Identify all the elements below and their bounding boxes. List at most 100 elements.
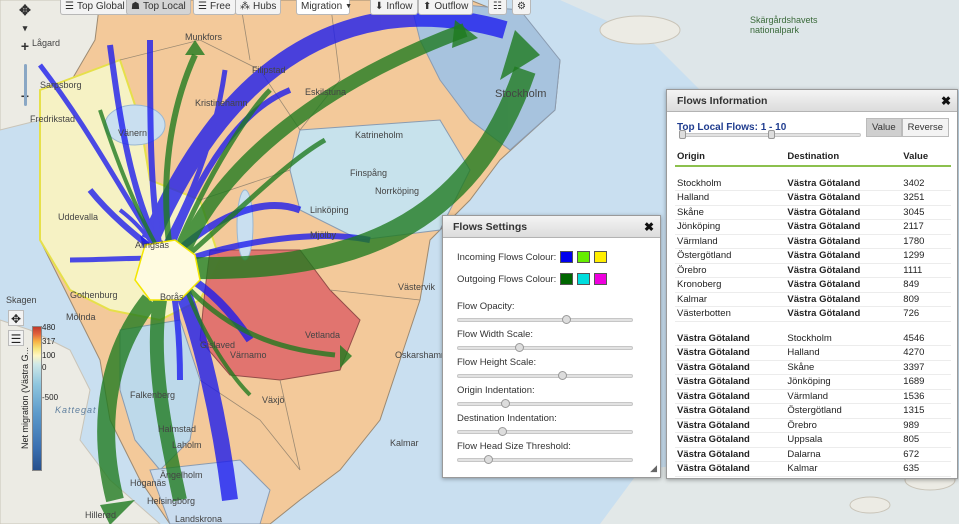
flow-head-size-threshold-slider[interactable]	[457, 455, 633, 464]
table-row[interactable]: Kronoberg Västra Götaland 849	[675, 277, 951, 293]
flows-table-body: Stockholm Västra Götaland 3402 Halland Västr…	[675, 166, 951, 477]
table-row[interactable]: Värmland Västra Götaland 1780	[675, 234, 951, 249]
settings-button[interactable]: ⚙	[512, 0, 531, 15]
table-row[interactable]: Västra Götaland Uppsala 805	[675, 432, 951, 448]
outgoing-colour-swatch[interactable]	[560, 273, 574, 285]
origin-header[interactable]: Origin	[675, 148, 786, 167]
table-row[interactable]: Stockholm Västra Götaland 3402	[675, 176, 951, 191]
top-local-label: Top Local	[142, 1, 186, 12]
destination-cell: Västra Götaland	[785, 306, 902, 322]
sort-reverse-button[interactable]: Reverse	[901, 118, 949, 137]
map-label: Mjölby	[310, 230, 337, 240]
incoming-colour-swatch[interactable]	[594, 251, 608, 263]
value-cell: 3045	[901, 205, 951, 220]
map-label: Lågard	[32, 38, 61, 48]
table-row[interactable]: Västra Götaland Jönköping 1689	[675, 374, 951, 390]
origin-cell: Västra Götaland	[675, 360, 786, 375]
slider-knob[interactable]	[483, 455, 493, 464]
flows-table: Origin Destination Value Stockholm Västra…	[675, 148, 951, 477]
top-global-button[interactable]: ☰ Top Global	[60, 0, 130, 15]
value-cell: 4546	[901, 331, 951, 346]
table-row[interactable]: Skåne Västra Götaland 3045	[675, 205, 951, 220]
top-local-button[interactable]: ☗ Top Local	[126, 0, 191, 15]
legend-tick: 0	[42, 363, 47, 372]
inflow-button[interactable]: ⬇ Inflow	[370, 0, 418, 15]
map-label: Norrköping	[375, 186, 420, 196]
range-start-knob[interactable]	[679, 130, 686, 139]
table-row[interactable]: Jönköping Västra Götaland 2117	[675, 219, 951, 235]
destination-cell: Västra Götaland	[785, 263, 902, 278]
outgoing-colour-swatch[interactable]	[577, 273, 591, 285]
table-row[interactable]: Västra Götaland Östergötland 1315	[675, 403, 951, 419]
destination-indentation-slider[interactable]	[457, 427, 633, 436]
hubs-button[interactable]: ⁂ Hubs	[235, 0, 282, 15]
outgoing-colour-row: Outgoing Flows Colour:	[443, 268, 660, 290]
range-end-knob[interactable]	[768, 130, 775, 139]
table-spacer	[675, 321, 951, 331]
flows-range-slider[interactable]	[679, 130, 861, 139]
map-label: Mölnda	[66, 312, 96, 322]
close-icon[interactable]: ✖	[941, 90, 951, 112]
slider-knob[interactable]	[558, 371, 568, 380]
local-icon: ☗	[131, 1, 140, 12]
flow-height-scale-slider[interactable]	[457, 371, 633, 380]
table-row[interactable]: Västra Götaland Dalarna 672	[675, 447, 951, 462]
value-cell: 635	[901, 461, 951, 477]
pan-down-icon[interactable]: ▾	[16, 20, 34, 38]
origin-cell: Örebro	[675, 263, 786, 278]
close-icon[interactable]: ✖	[644, 216, 654, 238]
table-row[interactable]: Östergötland Västra Götaland 1299	[675, 248, 951, 264]
map-label: Vänern	[118, 128, 148, 138]
zoom-in-button[interactable]: +	[16, 38, 34, 56]
origin-cell: Västerbotten	[675, 306, 786, 322]
destination-cell: Västra Götaland	[785, 292, 902, 307]
destination-indentation-label: Destination Indentation:	[457, 413, 557, 424]
table-row[interactable]: Västra Götaland Stockholm 4546	[675, 331, 951, 346]
map-label: Sarpsborg	[40, 80, 82, 90]
table-row[interactable]: Västra Götaland Värmland 1536	[675, 389, 951, 404]
settings-sliders: Flow Opacity: Flow Width Scale: Flow Hei…	[443, 301, 660, 464]
slider-group: Flow Opacity:	[443, 301, 660, 324]
value-cell: 1299	[901, 248, 951, 264]
origin-cell: Kalmar	[675, 292, 786, 307]
zoom-track[interactable]	[24, 64, 27, 106]
table-row[interactable]: Västra Götaland Kalmar 635	[675, 461, 951, 477]
flows-info-toolbar: Top Local Flows: 1 - 10 Value Reverse	[667, 112, 957, 142]
table-row[interactable]: Kalmar Västra Götaland 809	[675, 292, 951, 307]
slider-group: Flow Width Scale:	[443, 329, 660, 352]
flows-settings-header[interactable]: Flows Settings ✖	[443, 216, 660, 238]
map-label: Oskarshamn	[395, 350, 447, 360]
flow-opacity-slider[interactable]	[457, 315, 633, 324]
table-row[interactable]: Västra Götaland Halland 4270	[675, 345, 951, 361]
slider-knob[interactable]	[500, 399, 510, 408]
map-label: Linköping	[310, 205, 349, 215]
table-row[interactable]: Västra Götaland Örebro 989	[675, 418, 951, 433]
table-row[interactable]: Örebro Västra Götaland 1111	[675, 263, 951, 278]
map-label: Höganäs	[130, 478, 167, 488]
origin-cell: Västra Götaland	[675, 374, 786, 390]
incoming-colour-swatch[interactable]	[577, 251, 591, 263]
slider-knob[interactable]	[561, 315, 571, 324]
destination-header[interactable]: Destination	[785, 148, 902, 167]
outflow-button[interactable]: ⬆ Outflow	[418, 0, 474, 15]
sort-value-button[interactable]: Value	[866, 118, 902, 137]
origin-indentation-slider[interactable]	[457, 399, 633, 408]
table-row[interactable]: Halland Västra Götaland 3251	[675, 190, 951, 206]
resize-handle-icon[interactable]: ◢	[650, 463, 657, 474]
slider-knob[interactable]	[514, 343, 524, 352]
value-header[interactable]: Value	[901, 148, 951, 167]
incoming-colour-swatch[interactable]	[560, 251, 574, 263]
slider-knob[interactable]	[497, 427, 507, 436]
table-row[interactable]: Västra Götaland Skåne 3397	[675, 360, 951, 375]
table-toggle-button[interactable]: ☷	[488, 0, 507, 15]
origin-cell: Stockholm	[675, 176, 786, 191]
flow-width-scale-slider[interactable]	[457, 343, 633, 352]
free-button[interactable]: ☰ Free	[193, 0, 236, 15]
migration-dropdown[interactable]: Migration ▼	[296, 0, 352, 15]
value-cell: 2117	[901, 219, 951, 235]
origin-cell: Värmland	[675, 234, 786, 249]
flows-information-header[interactable]: Flows Information ✖	[667, 90, 957, 112]
outgoing-colour-swatch[interactable]	[594, 273, 608, 285]
pan-icon[interactable]: ✥	[16, 2, 34, 20]
table-row[interactable]: Västerbotten Västra Götaland 726	[675, 306, 951, 322]
